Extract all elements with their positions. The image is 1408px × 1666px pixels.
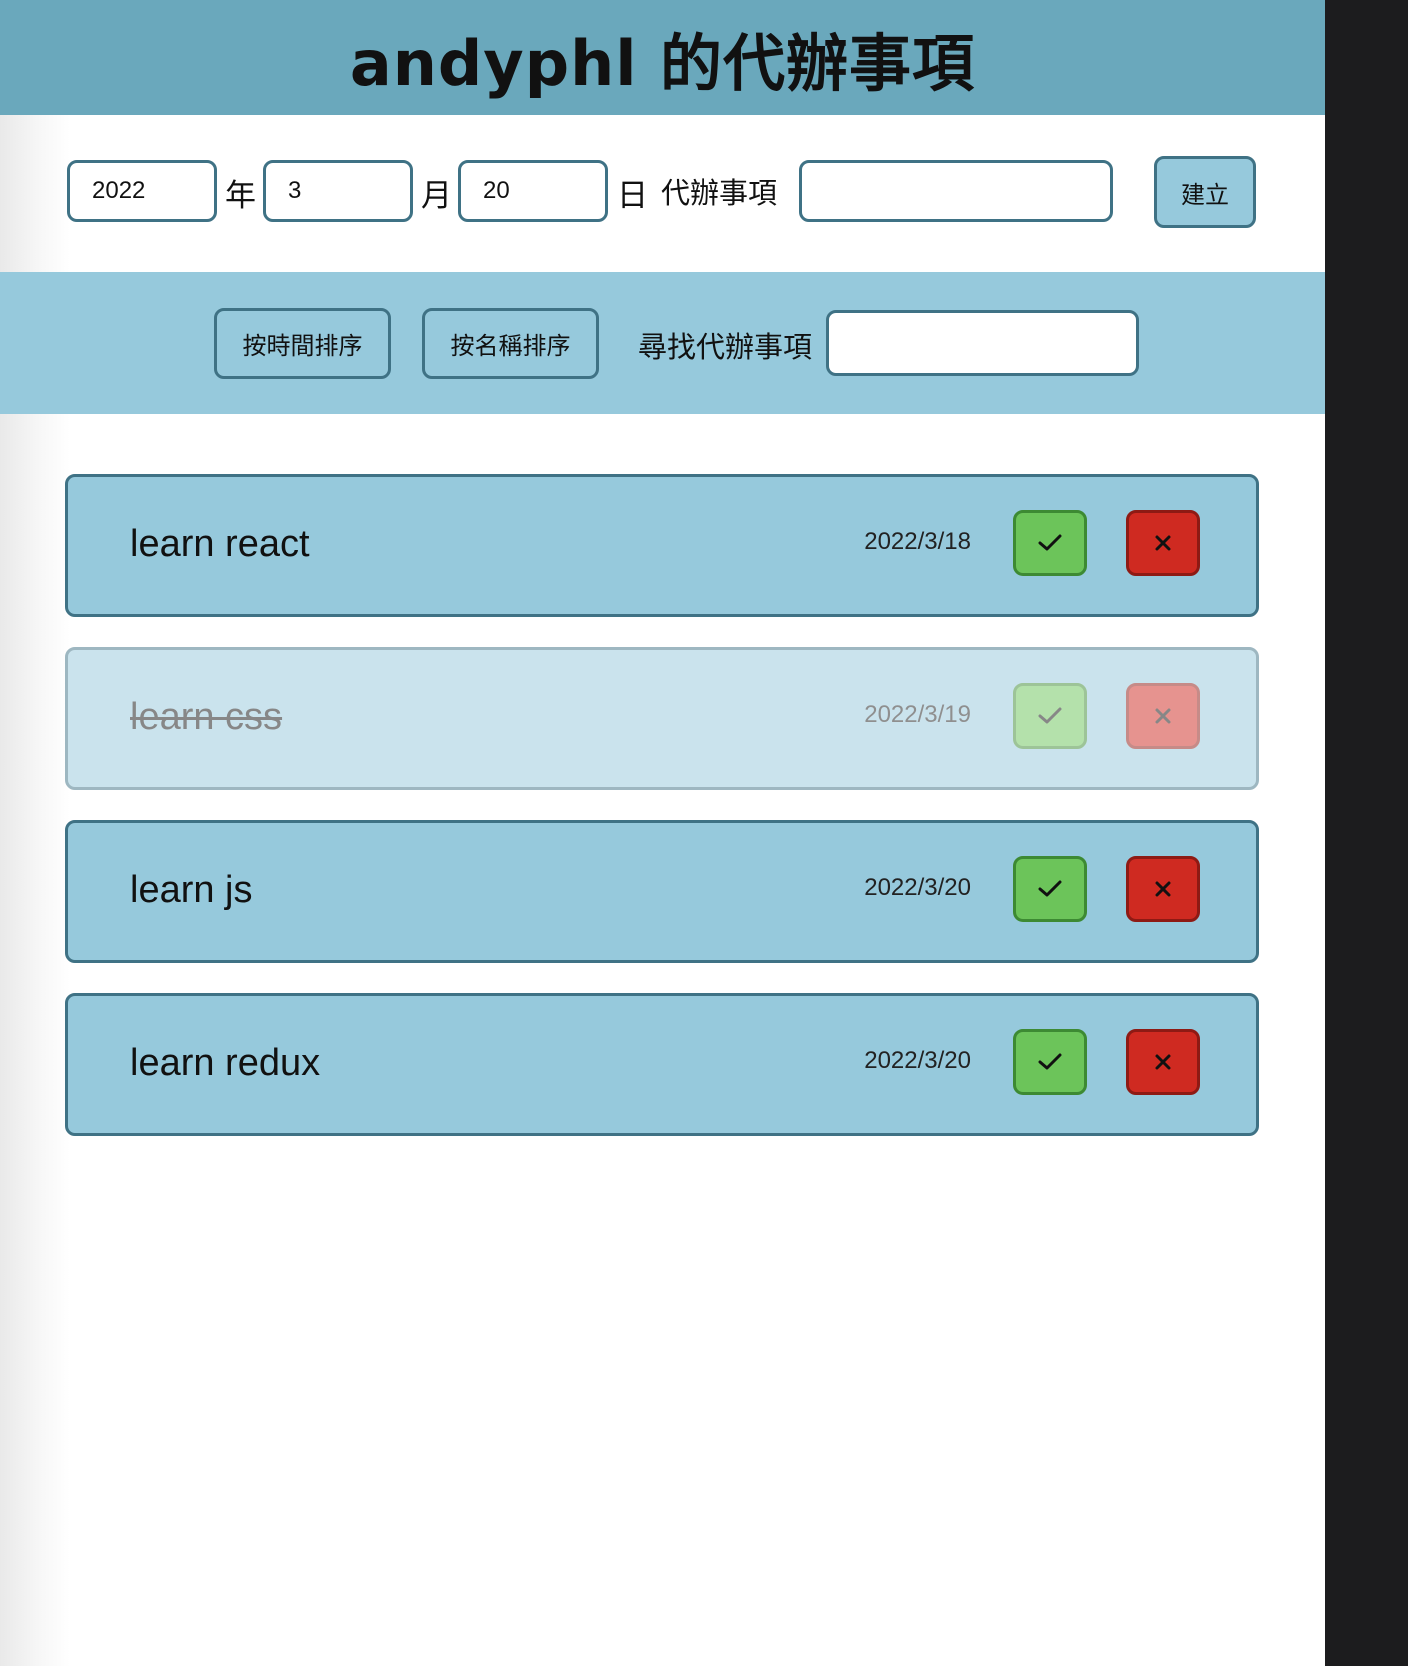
todo-app: andyphl 的代辦事項 年 月 日 代辦事項 建立 按時間排序 按名稱排序 … — [0, 0, 1325, 1666]
page: andyphl 的代辦事項 年 月 日 代辦事項 建立 按時間排序 按名稱排序 … — [0, 0, 1408, 1666]
check-icon — [1038, 707, 1062, 725]
delete-button[interactable] — [1126, 1029, 1200, 1095]
app-header: andyphl 的代辦事項 — [0, 0, 1325, 115]
delete-button[interactable] — [1126, 510, 1200, 576]
todo-date: 2022/3/20 — [864, 1047, 971, 1074]
todo-text: learn js — [130, 869, 253, 911]
delete-button[interactable] — [1126, 683, 1200, 749]
todo-text: learn react — [130, 523, 310, 565]
todo-date: 2022/3/18 — [864, 528, 971, 555]
page-title: andyphl 的代辦事項 — [349, 26, 976, 100]
complete-button[interactable] — [1013, 1029, 1087, 1095]
complete-button[interactable] — [1013, 683, 1087, 749]
todo-item: learn react 2022/3/18 — [65, 474, 1259, 617]
search-input[interactable] — [826, 310, 1139, 376]
create-todo-form: 年 月 日 代辦事項 建立 — [67, 156, 1267, 228]
todo-item: learn css 2022/3/19 — [65, 647, 1259, 790]
sort-by-name-button[interactable]: 按名稱排序 — [422, 308, 599, 379]
window-edge — [1325, 0, 1408, 1666]
todo-input-label: 代辦事項 — [661, 176, 778, 210]
month-input[interactable] — [263, 160, 413, 222]
complete-button[interactable] — [1013, 856, 1087, 922]
year-input[interactable] — [67, 160, 217, 222]
year-unit-label: 年 — [225, 178, 256, 214]
toolbar: 按時間排序 按名稱排序 尋找代辦事項 — [0, 272, 1325, 414]
todo-item: learn js 2022/3/20 — [65, 820, 1259, 963]
delete-button[interactable] — [1126, 856, 1200, 922]
day-unit-label: 日 — [617, 178, 648, 214]
sort-by-time-button[interactable]: 按時間排序 — [214, 308, 391, 379]
todo-list: learn react 2022/3/18 learn css 2022/3/1… — [65, 474, 1259, 1166]
close-icon — [1154, 880, 1172, 898]
complete-button[interactable] — [1013, 510, 1087, 576]
check-icon — [1038, 880, 1062, 898]
month-unit-label: 月 — [421, 178, 452, 214]
search-label: 尋找代辦事項 — [638, 330, 813, 364]
close-icon — [1154, 707, 1172, 725]
create-button[interactable]: 建立 — [1154, 156, 1256, 228]
close-icon — [1154, 1053, 1172, 1071]
day-input[interactable] — [458, 160, 608, 222]
check-icon — [1038, 1053, 1062, 1071]
close-icon — [1154, 534, 1172, 552]
todo-text-input[interactable] — [799, 160, 1113, 222]
todo-text: learn css — [130, 696, 283, 738]
check-icon — [1038, 534, 1062, 552]
todo-date: 2022/3/20 — [864, 874, 971, 901]
todo-date: 2022/3/19 — [864, 701, 971, 728]
todo-text: learn redux — [130, 1042, 321, 1084]
todo-item: learn redux 2022/3/20 — [65, 993, 1259, 1136]
